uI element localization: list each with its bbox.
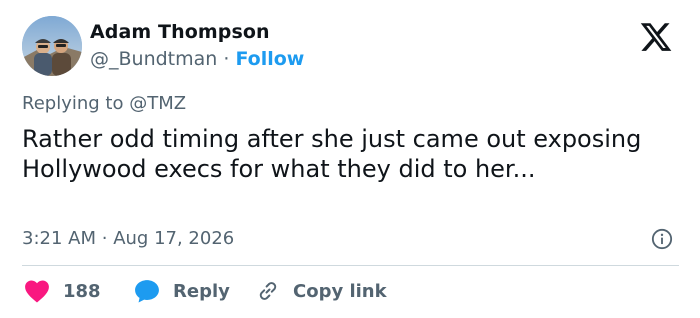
copy-link-label: Copy link	[293, 280, 387, 302]
tweet-text: Rather odd timing after she just came ou…	[22, 125, 642, 183]
handle-separator: ·	[223, 48, 230, 70]
link-icon	[259, 282, 277, 300]
reply-context-prefix: Replying to	[22, 93, 124, 114]
heart-icon	[25, 280, 49, 303]
timestamp[interactable]: 3:21 AM · Aug 17, 2026	[22, 228, 234, 249]
avatar-image	[22, 16, 82, 76]
author-name[interactable]: Adam Thompson	[90, 21, 270, 43]
reply-button[interactable]: Reply	[134, 276, 230, 306]
divider	[22, 265, 679, 266]
like-count: 188	[63, 280, 101, 302]
reply-label: Reply	[173, 280, 230, 302]
copy-link-button[interactable]: Copy link	[256, 276, 387, 306]
reply-mention-link[interactable]: @TMZ	[129, 93, 186, 114]
timestamp-time: 3:21 AM	[22, 228, 96, 249]
author-handle[interactable]: @_Bundtman	[90, 48, 217, 70]
reply-bubble-icon	[135, 280, 159, 303]
reply-context: Replying to @TMZ	[22, 93, 186, 114]
author-handle-line: @_Bundtman · Follow	[90, 48, 304, 70]
follow-button[interactable]: Follow	[235, 48, 304, 70]
timestamp-date: Aug 17, 2026	[113, 228, 235, 249]
info-icon[interactable]	[651, 228, 673, 250]
timestamp-separator: ·	[101, 228, 108, 249]
avatar[interactable]	[22, 16, 82, 76]
like-button[interactable]: 188	[24, 276, 101, 306]
x-logo-icon[interactable]	[636, 20, 676, 54]
